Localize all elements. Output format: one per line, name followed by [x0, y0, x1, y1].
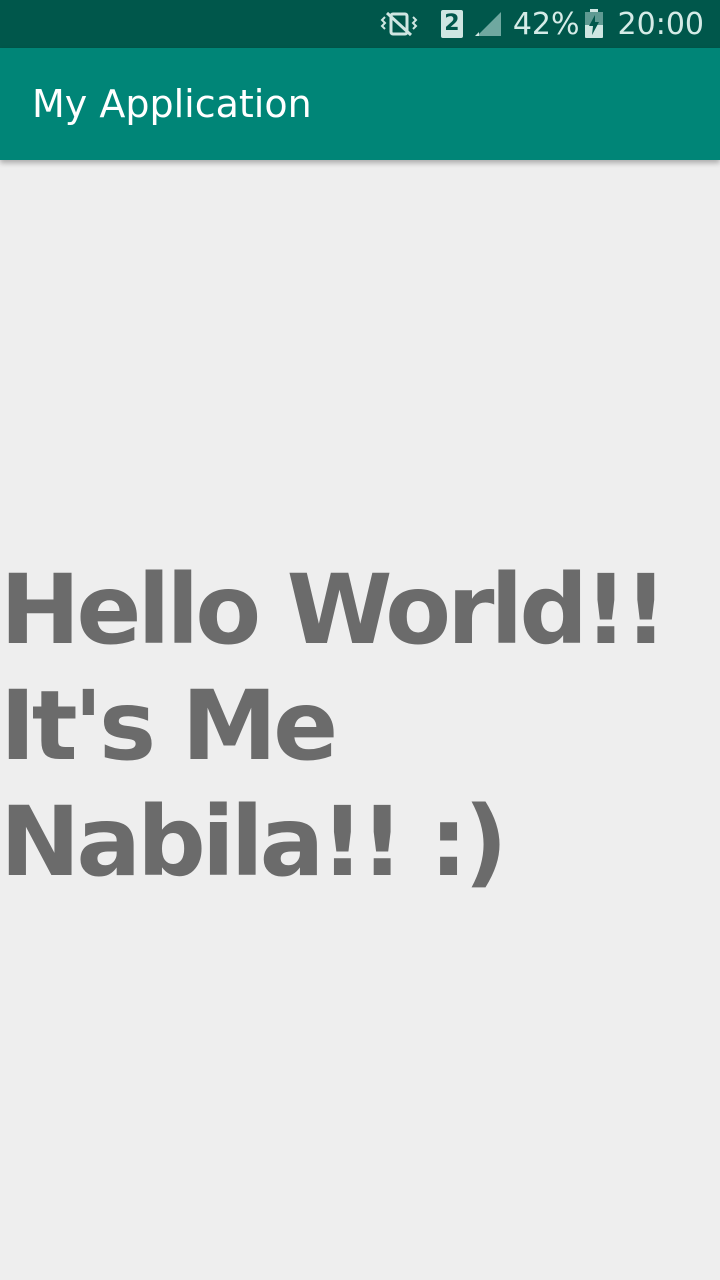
sim-slot-label: 2 — [440, 10, 463, 38]
app-title: My Application — [32, 82, 312, 126]
hello-message: Hello World!! It's Me Nabila!! :) — [0, 554, 668, 898]
status-bar: 2 42% 20:00 — [0, 0, 720, 48]
app-bar: My Application — [0, 48, 720, 160]
clock: 20:00 — [617, 6, 704, 42]
sim-icon: 2 — [440, 10, 463, 38]
vibrate-icon — [379, 11, 419, 37]
main-content: Hello World!! It's Me Nabila!! :) — [0, 160, 720, 1280]
screen: 2 42% 20:00 My Application Hello World!!… — [0, 0, 720, 1280]
signal-icon — [473, 10, 503, 38]
battery-percent: 42% — [512, 6, 580, 42]
battery-charging-icon — [584, 9, 604, 39]
